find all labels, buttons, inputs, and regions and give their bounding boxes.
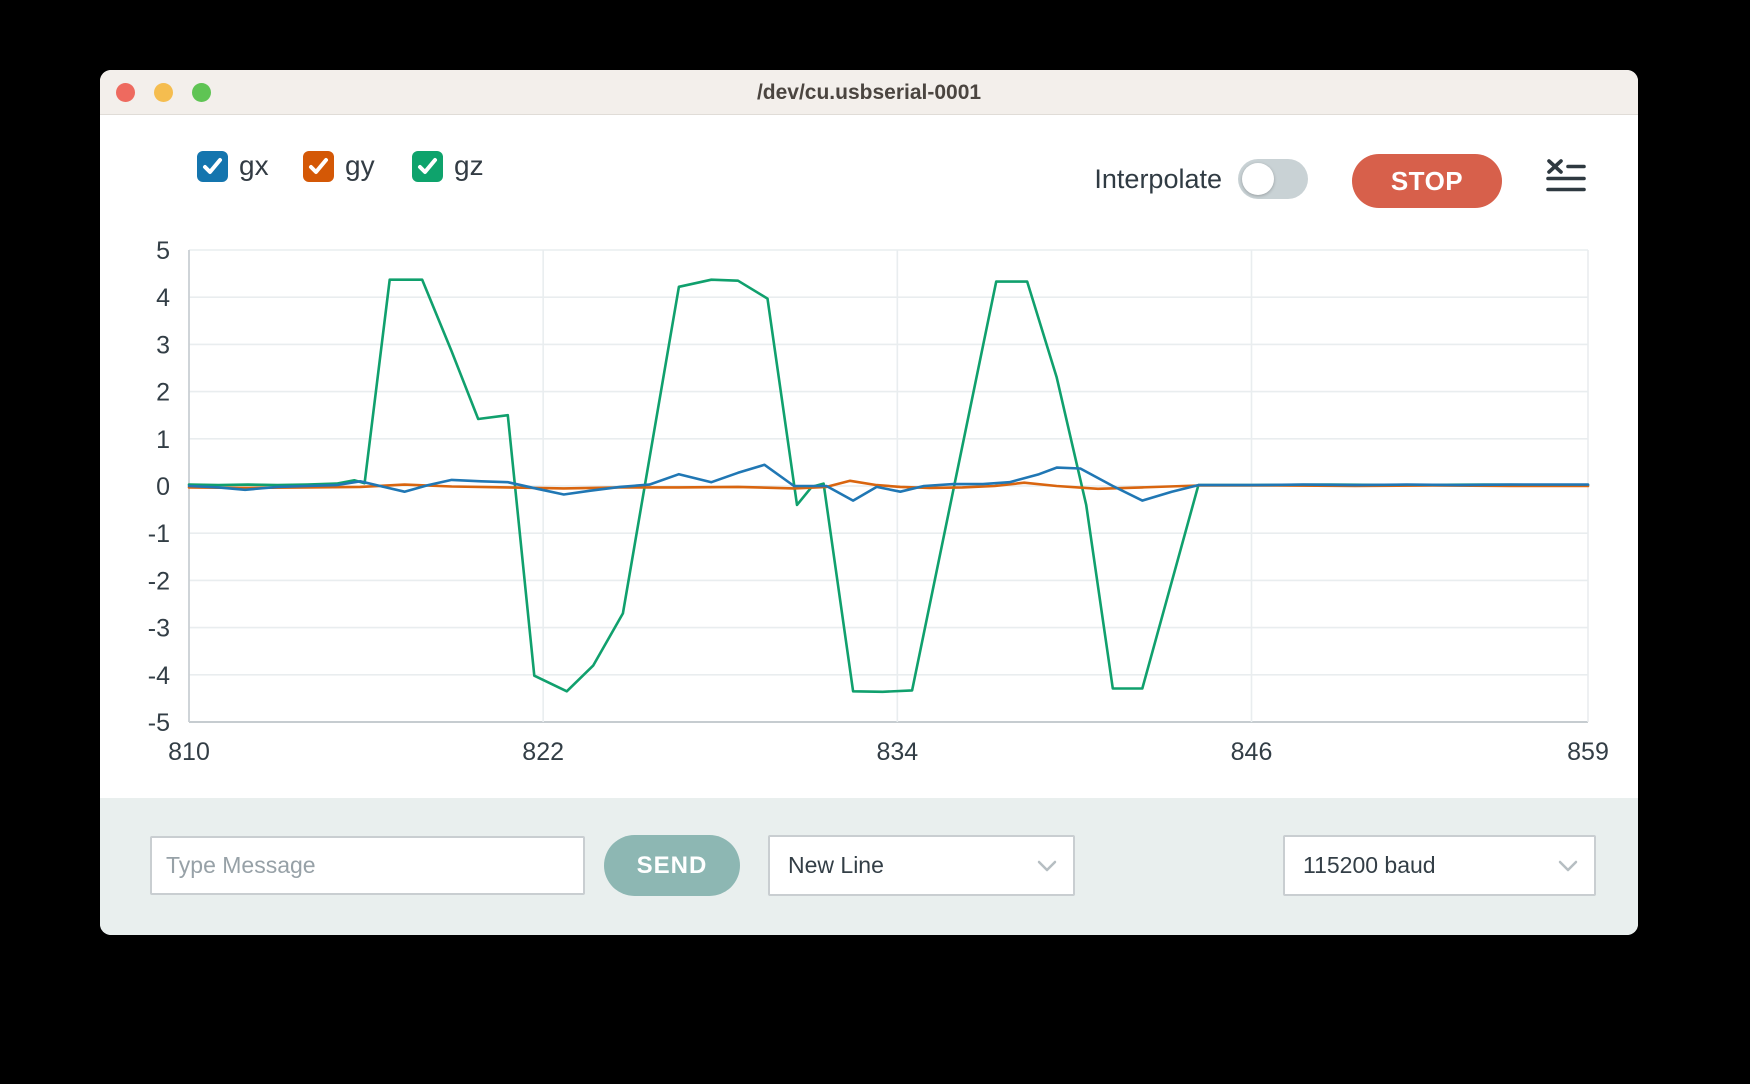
baud-rate-select[interactable]: 115200 baud <box>1283 835 1596 896</box>
send-button[interactable]: SEND <box>604 835 740 896</box>
svg-text:-1: -1 <box>148 520 170 548</box>
gx-checkbox[interactable] <box>197 151 228 182</box>
line-ending-select[interactable]: New Line <box>768 835 1075 896</box>
gx-label: gx <box>239 150 269 182</box>
title-bar: /dev/cu.usbserial-0001 <box>100 70 1638 115</box>
gy-label: gy <box>345 150 375 182</box>
interpolate-toggle[interactable] <box>1238 159 1308 199</box>
message-input[interactable] <box>150 836 585 895</box>
svg-text:822: 822 <box>522 738 564 766</box>
plot-area: 5 4 3 2 1 0 -1 -2 -3 -4 -5810 822 834 846 859 <box>100 215 1638 795</box>
line-ending-value: New Line <box>788 852 884 879</box>
svg-text:-5: -5 <box>148 709 170 737</box>
clear-log-icon[interactable] <box>1546 158 1586 196</box>
svg-text:-2: -2 <box>148 567 170 595</box>
svg-text:4: 4 <box>156 284 170 312</box>
svg-text:2: 2 <box>156 379 170 407</box>
chevron-down-icon <box>1558 860 1578 872</box>
message-bar: SEND New Line 115200 baud <box>100 798 1638 935</box>
svg-text:859: 859 <box>1567 738 1609 766</box>
toggle-knob <box>1242 163 1274 195</box>
svg-text:-3: -3 <box>148 615 170 643</box>
gz-label: gz <box>454 150 484 182</box>
svg-text:810: 810 <box>168 738 210 766</box>
series-gx <box>189 465 1588 501</box>
legend-item-gx[interactable]: gx <box>197 146 269 186</box>
check-icon <box>199 153 226 180</box>
svg-text:3: 3 <box>156 331 170 359</box>
chevron-down-icon <box>1037 860 1057 872</box>
svg-text:-4: -4 <box>148 662 170 690</box>
svg-text:0: 0 <box>156 473 170 501</box>
gy-checkbox[interactable] <box>303 151 334 182</box>
legend-item-gz[interactable]: gz <box>412 146 484 186</box>
check-icon <box>305 153 332 180</box>
app-window: /dev/cu.usbserial-0001 gx gy <box>100 70 1638 935</box>
stop-button[interactable]: STOP <box>1352 154 1502 208</box>
list-x-icon <box>1546 158 1586 196</box>
gz-checkbox[interactable] <box>412 151 443 182</box>
svg-text:834: 834 <box>876 738 918 766</box>
window-title: /dev/cu.usbserial-0001 <box>100 70 1638 115</box>
legend-item-gy[interactable]: gy <box>303 146 375 186</box>
svg-text:1: 1 <box>156 426 170 454</box>
svg-text:846: 846 <box>1231 738 1273 766</box>
interpolate-label: Interpolate <box>1094 164 1222 195</box>
line-chart: 5 4 3 2 1 0 -1 -2 -3 -4 -5810 822 834 846 859 <box>100 215 1638 795</box>
svg-text:5: 5 <box>156 237 170 265</box>
check-icon <box>414 153 441 180</box>
baud-rate-value: 115200 baud <box>1303 852 1436 879</box>
